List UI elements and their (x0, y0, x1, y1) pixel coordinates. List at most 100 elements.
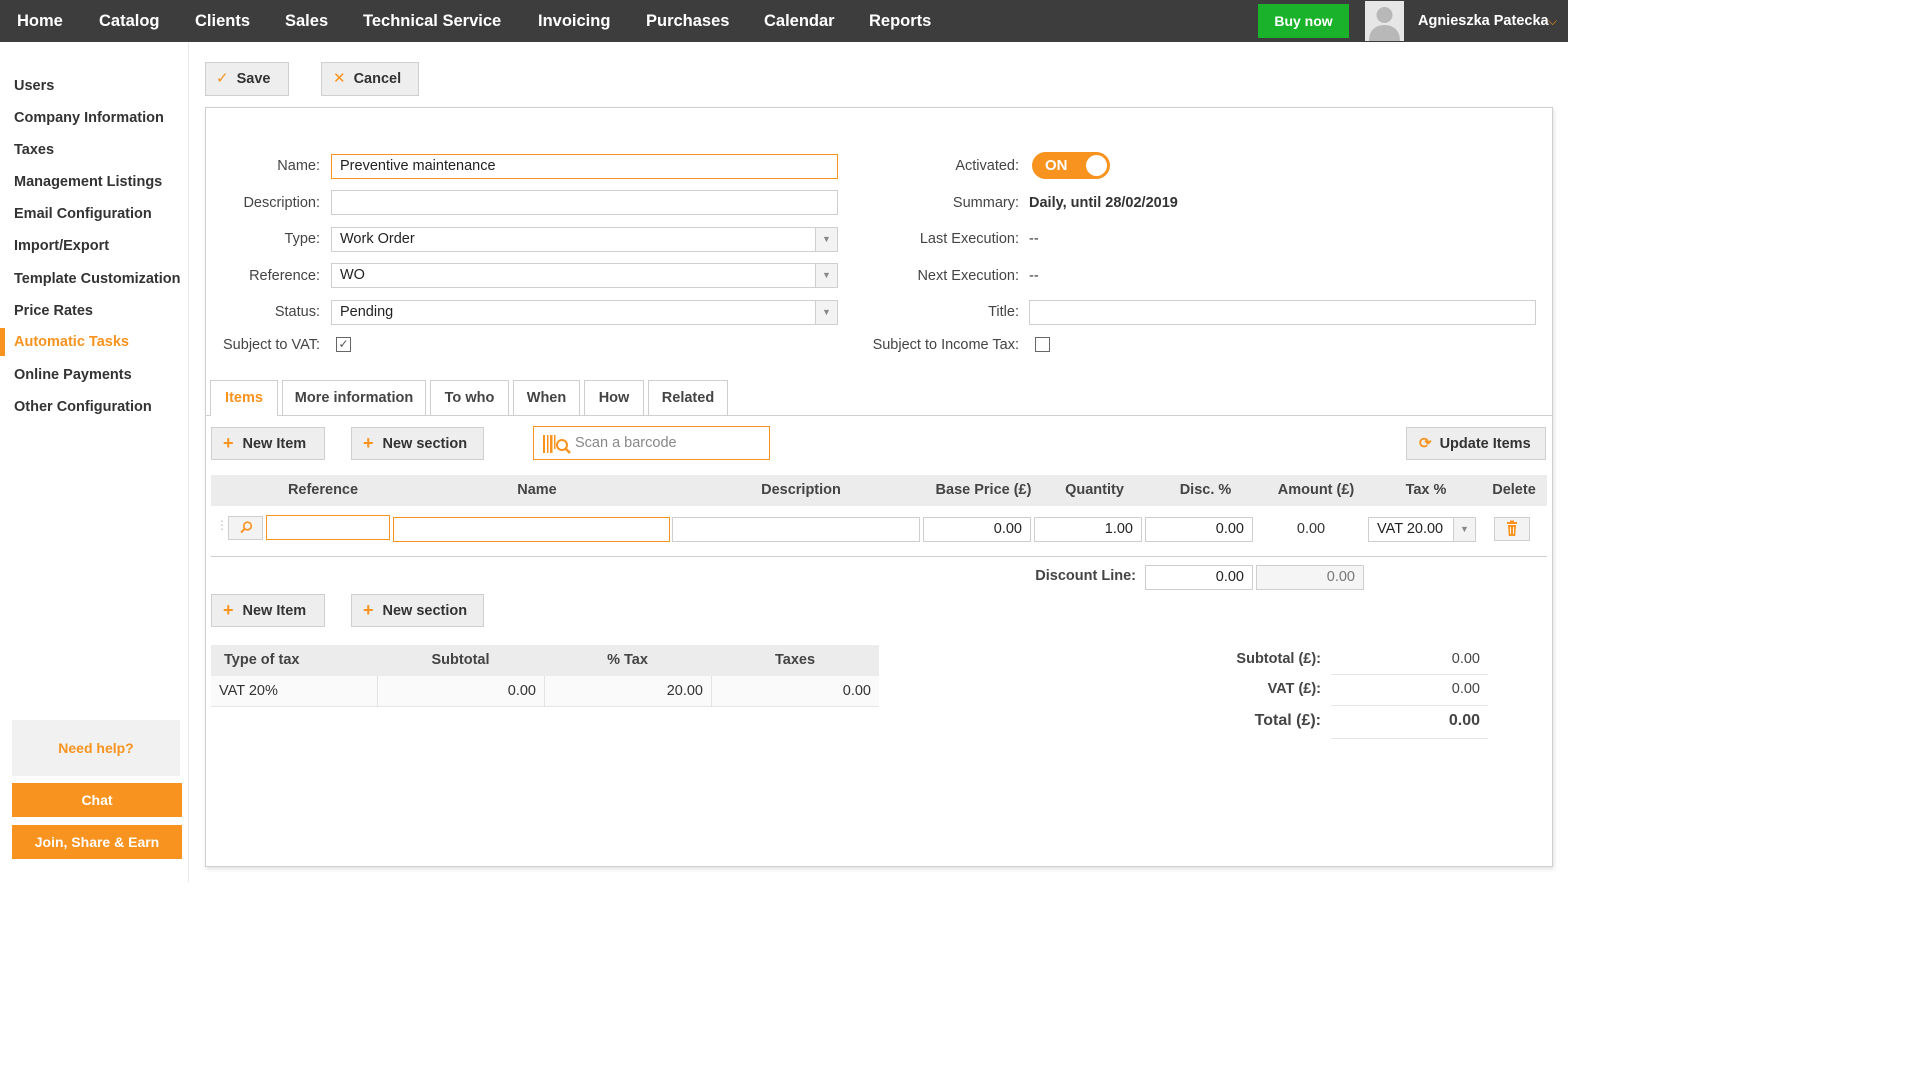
chevron-down-icon[interactable]: ▼ (1453, 518, 1475, 541)
item-quantity-field[interactable]: 1.00 (1034, 517, 1142, 542)
reference-select-value: WO (340, 267, 365, 283)
income-tax-label: Subject to Income Tax: (872, 337, 1019, 353)
col-discount: Disc. % (1179, 482, 1232, 498)
new-section-label: New section (382, 436, 468, 452)
tab-how[interactable]: How (584, 380, 644, 415)
new-item-button-bottom[interactable]: + New Item (211, 594, 325, 627)
table-row: VAT 20% 0.00 20.00 0.00 (211, 676, 879, 707)
income-tax-checkbox[interactable] (1035, 337, 1050, 352)
join-share-earn-button[interactable]: Join, Share & Earn (12, 825, 182, 859)
item-description-field[interactable] (672, 517, 920, 542)
avatar[interactable] (1365, 1, 1404, 41)
barcode-scan-icon (543, 435, 571, 454)
sidebar-item-automatic-tasks[interactable]: Automatic Tasks (14, 331, 129, 353)
delete-item-button[interactable] (1494, 517, 1530, 541)
type-select[interactable]: Work Order ▼ (331, 227, 838, 252)
nav-technical-service[interactable]: Technical Service (363, 0, 501, 42)
activated-toggle[interactable]: ON (1032, 152, 1110, 179)
checkmark-icon: ✓ (216, 70, 229, 87)
new-section-button[interactable]: + New section (351, 427, 484, 460)
trash-icon (1507, 520, 1517, 536)
col-delete: Delete (1492, 482, 1536, 498)
total-value: 0.00 (1448, 712, 1480, 729)
chevron-down-icon[interactable]: ⌵ (1548, 0, 1557, 42)
nav-calendar[interactable]: Calendar (764, 0, 835, 42)
vat-total-value: 0.00 (1451, 681, 1480, 697)
item-tax-select[interactable]: VAT 20.00 ▼ (1368, 517, 1476, 542)
title-label: Title: (988, 304, 1019, 320)
barcode-placeholder: Scan a barcode (575, 435, 677, 451)
update-items-label: Update Items (1439, 436, 1531, 452)
nav-invoicing[interactable]: Invoicing (538, 0, 610, 42)
close-icon: ✕ (333, 70, 346, 87)
need-help-link[interactable]: Need help? (12, 720, 180, 776)
sidebar-item-other-configuration[interactable]: Other Configuration (14, 396, 152, 418)
description-field[interactable] (331, 190, 838, 215)
chat-button[interactable]: Chat (12, 783, 182, 817)
search-icon (240, 521, 253, 534)
nav-sales[interactable]: Sales (285, 0, 328, 42)
new-section-button-bottom[interactable]: + New section (351, 594, 484, 627)
cancel-button[interactable]: ✕ Cancel (321, 62, 419, 96)
status-label: Status: (274, 304, 320, 320)
tab-when[interactable]: When (513, 380, 580, 415)
sidebar-item-taxes[interactable]: Taxes (14, 139, 54, 161)
summary-label: Summary: (952, 195, 1019, 211)
chevron-down-icon[interactable]: ▼ (815, 301, 837, 324)
discount-line-field[interactable]: 0.00 (1145, 565, 1253, 590)
type-select-value: Work Order (340, 231, 415, 247)
summary-value: Daily, until 28/02/2019 (1029, 195, 1178, 211)
sidebar-item-users[interactable]: Users (14, 75, 54, 97)
vat-checkbox[interactable]: ✓ (336, 337, 351, 352)
sidebar-item-company-information[interactable]: Company Information (14, 107, 164, 129)
nav-reports[interactable]: Reports (869, 0, 931, 42)
barcode-search-input[interactable]: Scan a barcode (533, 426, 770, 460)
nav-purchases[interactable]: Purchases (646, 0, 729, 42)
buy-now-button[interactable]: Buy now (1258, 4, 1349, 38)
chevron-down-icon[interactable]: ▼ (815, 228, 837, 251)
tab-to-who[interactable]: To who (430, 380, 509, 415)
status-select-value: Pending (340, 304, 394, 320)
nav-home[interactable]: Home (17, 0, 63, 42)
item-discount-field[interactable]: 0.00 (1145, 517, 1253, 542)
tax-col-subtotal: Subtotal (431, 652, 490, 668)
col-base-price: Base Price (£) (935, 482, 1032, 498)
tab-more-information[interactable]: More information (282, 380, 426, 415)
discount-line-label: Discount Line: (1035, 568, 1136, 584)
col-name: Name (517, 482, 557, 498)
sidebar-item-price-rates[interactable]: Price Rates (14, 300, 93, 322)
plus-icon: + (363, 433, 374, 453)
sidebar-item-online-payments[interactable]: Online Payments (14, 364, 132, 386)
col-amount: Amount (£) (1277, 482, 1355, 498)
nav-clients[interactable]: Clients (195, 0, 250, 42)
item-base-price-field[interactable]: 0.00 (923, 517, 1031, 542)
sidebar-item-management-listings[interactable]: Management Listings (14, 171, 162, 193)
search-button[interactable] (228, 516, 263, 540)
sidebar-item-import-export[interactable]: Import/Export (14, 235, 109, 257)
nav-catalog[interactable]: Catalog (99, 0, 160, 42)
save-button[interactable]: ✓ Save (205, 62, 289, 96)
tab-items[interactable]: Items (210, 380, 278, 416)
title-field[interactable] (1029, 300, 1536, 325)
tax-col-type: Type of tax (224, 652, 300, 668)
item-amount-value: 0.00 (1296, 521, 1326, 537)
new-item-button[interactable]: + New Item (211, 427, 325, 460)
col-reference: Reference (287, 482, 359, 498)
tax-type-cell: VAT 20% (219, 683, 278, 699)
sidebar-item-template-customization[interactable]: Template Customization (14, 268, 181, 290)
item-name-field[interactable] (393, 517, 670, 542)
sidebar-item-email-configuration[interactable]: Email Configuration (14, 203, 152, 225)
item-reference-field[interactable] (266, 515, 390, 540)
description-label: Description: (243, 195, 320, 211)
update-items-button[interactable]: ⟳ Update Items (1406, 427, 1546, 460)
reference-select[interactable]: WO ▼ (331, 263, 838, 288)
total-label: Total (£): (1254, 712, 1321, 729)
next-execution-value: -- (1029, 268, 1039, 284)
tax-taxes-cell: 0.00 (842, 683, 871, 699)
tab-related[interactable]: Related (648, 380, 728, 415)
vat-total-label: VAT (£): (1267, 681, 1321, 697)
user-menu-name[interactable]: Agnieszka Patecka (1418, 0, 1549, 42)
chevron-down-icon[interactable]: ▼ (815, 264, 837, 287)
name-field[interactable]: Preventive maintenance (331, 154, 838, 179)
status-select[interactable]: Pending ▼ (331, 300, 838, 325)
